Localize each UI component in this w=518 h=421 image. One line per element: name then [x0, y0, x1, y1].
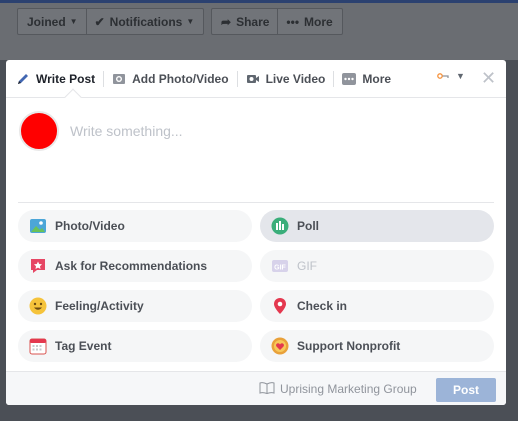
- photo-video-option[interactable]: Photo/Video: [18, 210, 252, 242]
- check-in-option[interactable]: Check in: [260, 290, 494, 322]
- write-area[interactable]: Write something...: [6, 98, 506, 202]
- tab-add-photo-video[interactable]: Add Photo/Video: [112, 72, 229, 86]
- composer-tabs: Write Post Add Photo/Video Live Video Mo…: [6, 60, 506, 98]
- group-book-icon: [259, 381, 275, 397]
- chevron-down-icon: ▼: [69, 17, 78, 26]
- more-dots-icon: [342, 72, 357, 86]
- feeling-activity-option[interactable]: Feeling/Activity: [18, 290, 252, 322]
- ask-recommendations-option[interactable]: Ask for Recommendations: [18, 250, 252, 282]
- group-header-bar: Joined ▼ ✔ Notifications ▼ ➦ Share ••• M…: [0, 3, 518, 60]
- audience-icon: [437, 73, 449, 79]
- checkmark-icon: ✔: [94, 14, 105, 29]
- poll-option[interactable]: Poll: [260, 210, 494, 242]
- background-overlay: [0, 405, 518, 421]
- more-dots-icon: •••: [286, 14, 300, 29]
- joined-label: Joined: [27, 14, 66, 29]
- support-nonprofit-option[interactable]: Support Nonprofit: [260, 330, 494, 362]
- tab-more[interactable]: More: [342, 72, 391, 86]
- post-composer: Write Post Add Photo/Video Live Video Mo…: [6, 60, 506, 405]
- chevron-down-icon: ▼: [186, 17, 195, 26]
- smiley-icon: [28, 296, 48, 316]
- divider: [18, 202, 494, 203]
- gif-option[interactable]: GIF GIF: [260, 250, 494, 282]
- avatar: [19, 111, 59, 151]
- share-button[interactable]: ➦ Share ••• More: [211, 8, 343, 35]
- pencil-icon: [16, 72, 30, 86]
- tab-live-video[interactable]: Live Video: [246, 72, 325, 86]
- group-selector[interactable]: Uprising Marketing Group: [259, 381, 417, 397]
- donate-icon: [270, 336, 290, 356]
- composer-footer: Uprising Marketing Group Post: [6, 371, 506, 405]
- share-label: Share: [236, 14, 270, 29]
- audience-selector[interactable]: ▼: [436, 71, 465, 81]
- close-icon[interactable]: ✕: [481, 68, 496, 88]
- svg-text:GIF: GIF: [274, 265, 286, 272]
- share-arrow-icon: ➦: [221, 14, 232, 29]
- photo-icon: [28, 216, 48, 236]
- tab-write-post[interactable]: Write Post: [16, 72, 95, 86]
- group-name: Uprising Marketing Group: [280, 382, 417, 396]
- poll-icon: [270, 216, 290, 236]
- tag-event-option[interactable]: Tag Event: [18, 330, 252, 362]
- chevron-down-icon: ▼: [456, 71, 465, 81]
- location-pin-icon: [270, 296, 290, 316]
- video-camera-icon: [246, 72, 260, 86]
- post-button[interactable]: Post: [436, 378, 496, 402]
- recommendation-icon: [28, 256, 48, 276]
- post-text-input[interactable]: Write something...: [70, 123, 183, 139]
- camera-icon: [112, 72, 126, 86]
- more-label: More: [304, 14, 333, 29]
- calendar-icon: [28, 336, 48, 356]
- gif-icon: GIF: [270, 256, 290, 276]
- joined-button[interactable]: Joined ▼ ✔ Notifications ▼: [17, 8, 205, 35]
- notifications-label: Notifications: [109, 14, 183, 29]
